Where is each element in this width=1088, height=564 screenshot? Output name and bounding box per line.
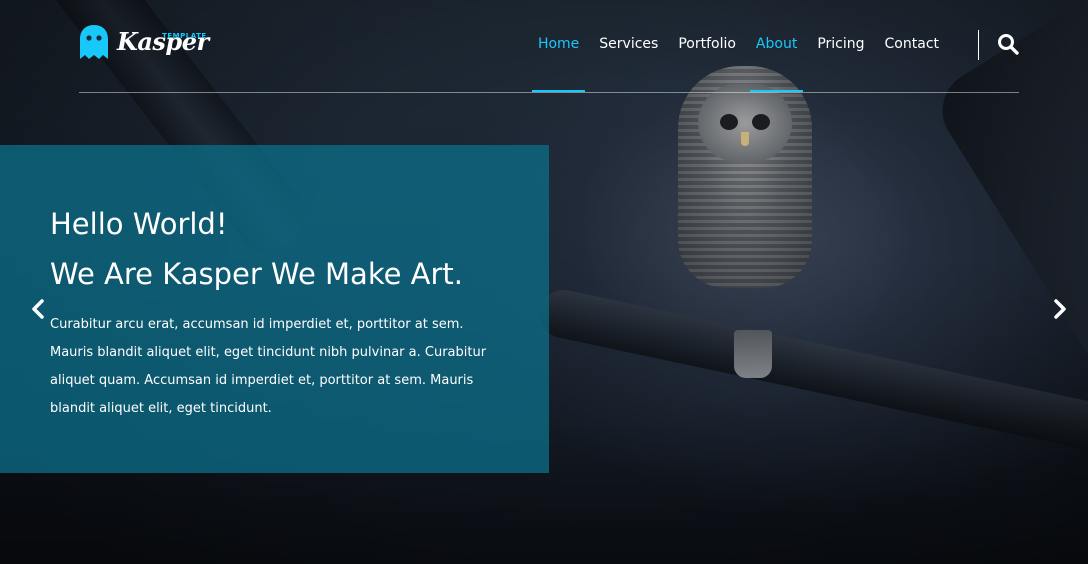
logo-tagline: TEMPLATE <box>162 32 207 40</box>
search-button[interactable] <box>997 33 1019 55</box>
ghost-icon <box>80 25 108 59</box>
chevron-right-icon <box>1054 299 1066 319</box>
site-header: TEMPLATE Kasper Home Services Portfolio … <box>79 0 1019 93</box>
hero-headline: Hello World! We Are Kasper We Make Art. <box>50 199 463 299</box>
hero-body-text: Curabitur arcu erat, accumsan id imperdi… <box>50 317 487 416</box>
nav-divider <box>978 30 979 60</box>
main-nav: Home Services Portfolio About Pricing Co… <box>531 35 939 92</box>
hero-content-panel: Hello World! We Are Kasper We Make Art. … <box>0 145 549 473</box>
hero-slider: TEMPLATE Kasper Home Services Portfolio … <box>0 0 1088 564</box>
hero-headline-line1: Hello World! <box>50 207 228 241</box>
search-icon <box>998 34 1019 55</box>
logo-text: TEMPLATE Kasper <box>117 24 209 60</box>
logo[interactable]: TEMPLATE Kasper <box>79 22 209 62</box>
nav-item-home[interactable]: Home <box>531 35 586 92</box>
chevron-left-icon <box>32 299 44 319</box>
slider-prev-button[interactable] <box>28 298 50 320</box>
nav-item-portfolio[interactable]: Portfolio <box>678 35 736 53</box>
slider-next-button[interactable] <box>1048 298 1070 320</box>
nav-item-pricing[interactable]: Pricing <box>817 35 864 53</box>
nav-item-contact[interactable]: Contact <box>885 35 939 53</box>
nav-item-services[interactable]: Services <box>599 35 658 53</box>
nav-item-about[interactable]: About <box>749 35 804 92</box>
hero-headline-line2: We Are Kasper We Make Art. <box>50 257 463 291</box>
